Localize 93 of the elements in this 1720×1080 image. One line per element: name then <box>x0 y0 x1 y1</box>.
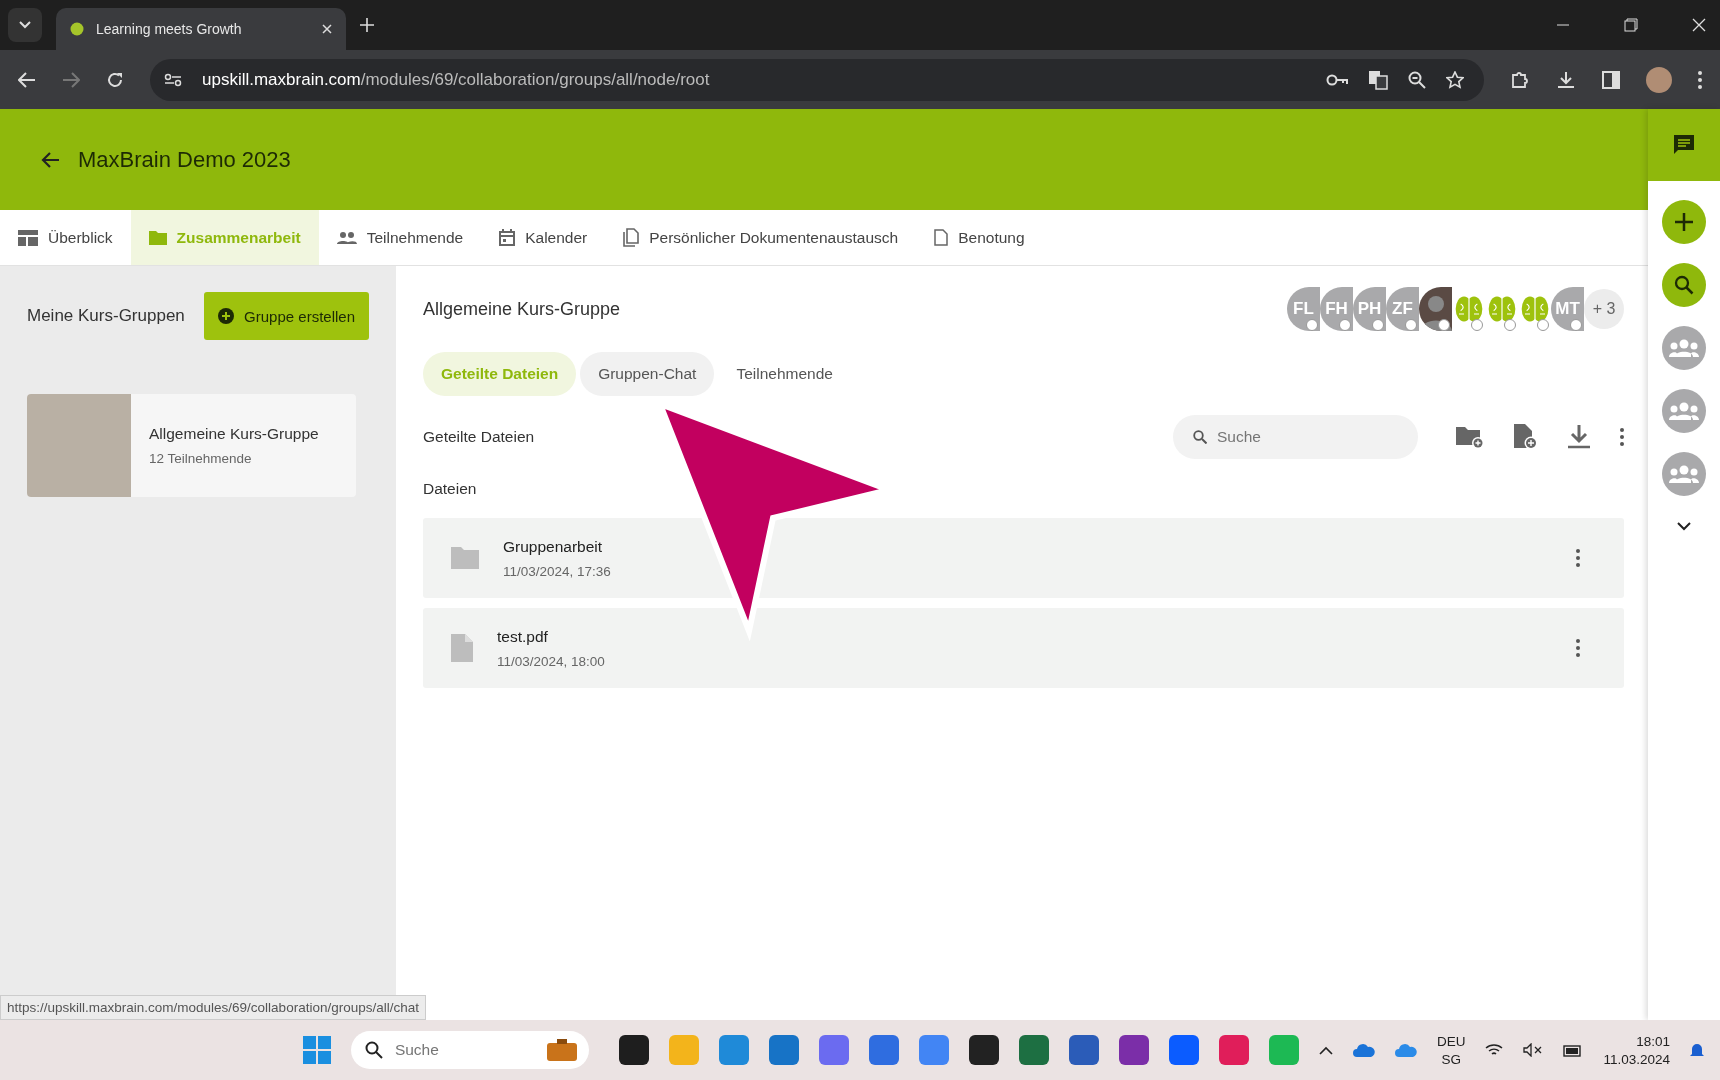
language-indicator[interactable]: DEU <box>1436 1033 1466 1049</box>
file-date: 11/03/2024, 17:36 <box>503 563 611 579</box>
nav-tab[interactable]: Persönlicher Dokumentenaustausch <box>605 210 917 265</box>
people-icon <box>1669 339 1699 357</box>
add-button[interactable] <box>1662 200 1706 244</box>
address-bar[interactable]: upskill.maxbrain.com/modules/69/collaboration/groups/all/node/root <box>150 58 1484 101</box>
status-link-url: https://upskill.maxbrain.com/modules/69/collaboration/groups/all/chat <box>0 995 426 1020</box>
file-icon <box>451 634 473 662</box>
section-label: Geteilte Dateien <box>423 428 535 446</box>
profile-avatar[interactable] <box>1646 66 1672 93</box>
plus-icon <box>1675 213 1693 231</box>
search-icon <box>1193 430 1207 444</box>
file-name: Gruppenarbeit <box>503 537 604 556</box>
calendar-icon <box>499 229 516 246</box>
zoom-icon[interactable] <box>1408 70 1426 89</box>
more-icon[interactable] <box>1576 639 1580 657</box>
search-field[interactable]: Suche <box>1173 415 1418 459</box>
bell-icon[interactable] <box>1690 1042 1704 1058</box>
download-icon[interactable] <box>1568 425 1590 449</box>
file-name: test.pdf <box>497 627 549 646</box>
file-row[interactable]: test.pdf 11/03/2024, 18:00 <box>423 608 1624 688</box>
taskbar-search-field[interactable]: Suche <box>350 1031 589 1069</box>
plus-icon <box>218 308 235 324</box>
more-members-count[interactable]: + 3 <box>1584 289 1624 329</box>
more-icon[interactable] <box>1698 70 1702 89</box>
download-icon[interactable] <box>1556 69 1576 90</box>
dashboard-icon <box>18 229 38 246</box>
more-icon[interactable] <box>1576 549 1580 567</box>
search-icon <box>364 1041 383 1059</box>
app-icon[interactable] <box>1118 1035 1149 1065</box>
tab-title: Learning meets Growth <box>96 21 243 37</box>
region-indicator[interactable]: SG <box>1441 1051 1461 1067</box>
nav-tab[interactable]: Überblick <box>0 210 131 265</box>
new-folder-icon[interactable] <box>1456 425 1484 449</box>
site-settings-icon[interactable] <box>164 72 182 87</box>
chevron-up-icon[interactable] <box>1318 1045 1333 1055</box>
star-icon[interactable] <box>1446 70 1464 89</box>
forward-icon[interactable] <box>62 71 80 88</box>
muted-speaker-icon[interactable] <box>1523 1043 1544 1057</box>
group-card[interactable]: Allgemeine Kurs-Gruppe 12 Teilnehmende <box>27 394 356 497</box>
folder-icon <box>148 230 167 245</box>
brain-icon <box>70 22 84 36</box>
create-group-button[interactable]: Gruppe erstellen <box>204 292 369 340</box>
chevron-down-icon[interactable] <box>1677 522 1691 531</box>
more-icon[interactable] <box>1620 428 1624 446</box>
browser-tab[interactable]: Learning meets Growth <box>56 8 346 50</box>
group-name: Allgemeine Kurs-Gruppe <box>149 425 319 443</box>
people-icon <box>1669 402 1699 420</box>
search-icon <box>1674 275 1694 295</box>
battery-icon[interactable] <box>1563 1043 1584 1057</box>
avatar-silhouette[interactable] <box>1419 287 1452 331</box>
translate-icon[interactable] <box>1368 69 1388 90</box>
documents-icon <box>623 228 640 247</box>
app-icon[interactable] <box>618 1035 649 1065</box>
file-row[interactable]: Gruppenarbeit 11/03/2024, 17:36 <box>423 518 1624 598</box>
cloud-icon[interactable] <box>1352 1043 1375 1057</box>
folder-icon <box>451 547 479 569</box>
document-icon <box>934 229 949 246</box>
new-file-icon[interactable] <box>1514 424 1538 450</box>
clock-date[interactable]: 11.03.2024 <box>1603 1051 1670 1067</box>
briefcase-icon <box>546 1039 577 1061</box>
new-tab-icon[interactable] <box>360 18 374 32</box>
panel-heading: Meine Kurs-Gruppen <box>27 306 185 326</box>
extensions-icon[interactable] <box>1510 69 1530 90</box>
people-icon <box>336 231 357 244</box>
url-text: upskill.maxbrain.com/modules/69/collaboration/groups/all/node/root <box>202 69 710 90</box>
chevron-down-icon <box>19 21 31 29</box>
sub-tab[interactable]: Teilnehmende <box>718 352 851 396</box>
nav-tab[interactable]: Teilnehmende <box>318 210 482 265</box>
tab-search-button[interactable] <box>8 8 42 42</box>
back-icon[interactable] <box>40 150 60 169</box>
cloud-icon[interactable] <box>1394 1043 1417 1057</box>
nav-tab[interactable]: Kalender <box>481 210 606 265</box>
restore-icon[interactable] <box>1624 18 1638 32</box>
wifi-icon[interactable] <box>1485 1043 1504 1057</box>
nav-tab[interactable]: Benotung <box>916 210 1043 265</box>
reload-icon[interactable] <box>106 70 124 89</box>
close-icon[interactable] <box>1692 18 1706 32</box>
file-date: 11/03/2024, 18:00 <box>497 653 605 669</box>
windows-icon[interactable] <box>302 1036 331 1064</box>
search-button[interactable] <box>1662 263 1706 307</box>
close-icon[interactable] <box>322 24 332 34</box>
key-icon[interactable] <box>1326 73 1348 86</box>
clock-time[interactable]: 18:01 <box>1636 1033 1670 1049</box>
side-panel-icon[interactable] <box>1602 70 1620 89</box>
course-title: MaxBrain Demo 2023 <box>78 146 291 173</box>
member-count: 12 Teilnehmende <box>149 451 253 466</box>
group-title: Allgemeine Kurs-Gruppe <box>423 298 621 320</box>
app-icon[interactable] <box>968 1035 999 1065</box>
sub-tab[interactable]: Gruppen-Chat <box>580 352 715 396</box>
chat-icon[interactable] <box>1673 134 1695 156</box>
people-icon <box>1669 465 1699 483</box>
files-heading: Dateien <box>423 480 478 498</box>
